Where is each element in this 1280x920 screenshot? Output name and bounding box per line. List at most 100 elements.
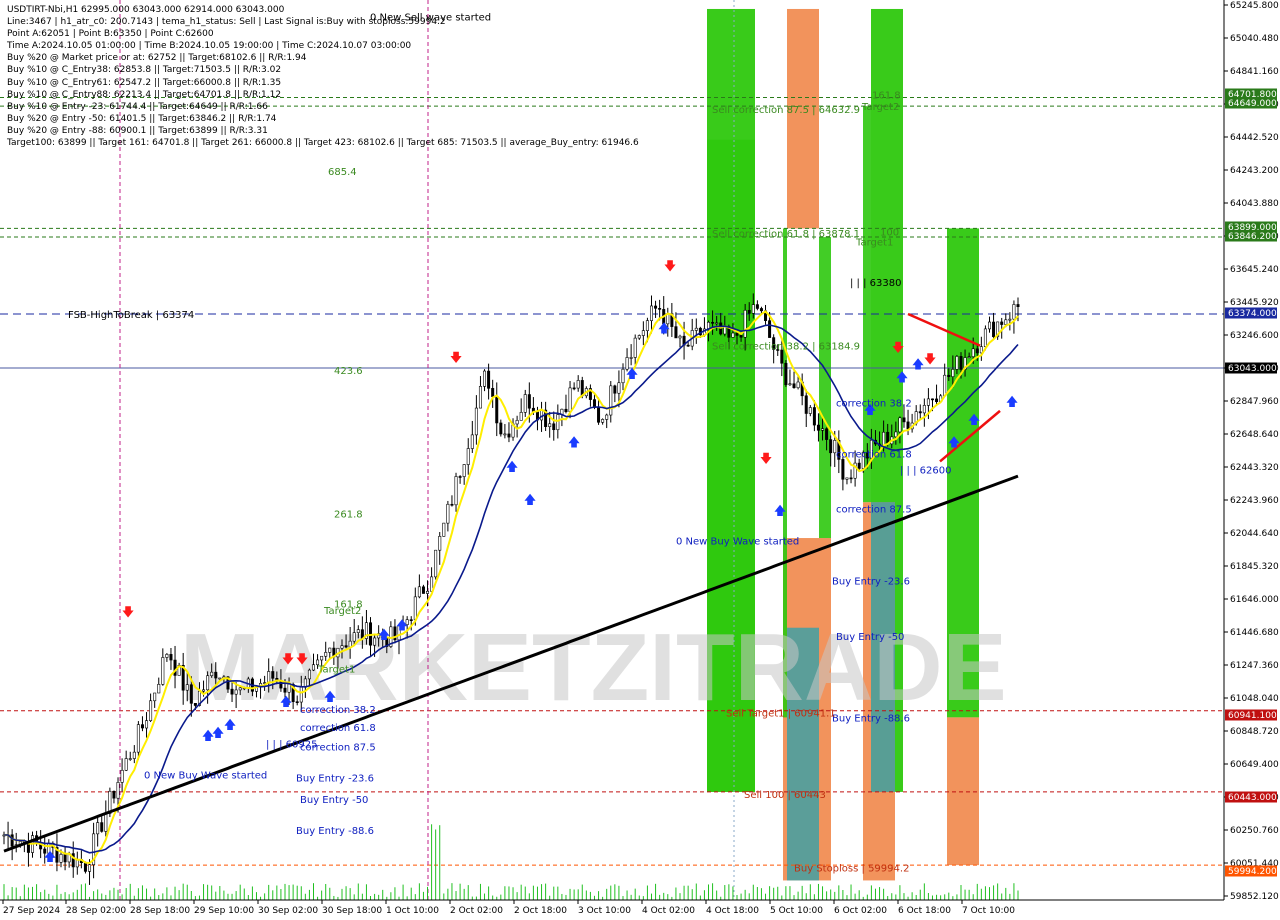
time-tick-label: 6 Oct 02:00 [834,906,887,916]
candle-body [930,398,934,401]
price-tick-label: 62443.320 [1230,463,1279,473]
chart-label: Target1 [317,664,355,675]
candle-body [340,645,344,649]
candle-body [645,320,649,331]
candle-body [1016,304,1020,308]
price-badge-label: 63846.200 [1228,232,1277,242]
candle-body [564,408,568,413]
candle-body [572,387,576,390]
time-tick-label: 6 Oct 18:00 [898,906,951,916]
candle-body [743,309,747,338]
sell-arrow-icon: 🡇 [664,259,676,273]
chart-label: 685.4 [328,167,357,178]
candle-body [621,368,625,384]
candle-body [173,659,177,676]
chart-label: correction 61.8 [300,723,376,734]
candle-body [128,758,132,760]
candle-body [796,381,800,389]
candle-body [478,386,482,409]
candle-body [641,330,645,336]
candle-body [202,689,206,692]
candle-body [295,701,299,703]
price-tick-label: 62648.640 [1230,430,1279,440]
chart-label: correction 87.5 [836,505,912,516]
candle-body [735,332,739,336]
candle-body [527,394,531,409]
candle-body [487,370,491,389]
time-tick-label: 4 Oct 02:00 [642,906,695,916]
candle-body [434,549,438,578]
candle-body [902,417,906,423]
sell-arrow-icon: 🡇 [122,605,134,619]
chart-label: Sell Target1 | 60941.1 [726,709,836,720]
candle-body [446,503,450,524]
candle-body [935,398,939,402]
candle-body [792,383,796,389]
candle-body [352,632,356,642]
sell-arrow-icon: 🡇 [282,652,294,666]
buy-arrow-icon: 🡅 [912,357,924,371]
candle-body [88,864,92,872]
candle-body [808,407,812,414]
buy-arrow-icon: 🡅 [774,504,786,518]
candle-body [825,428,829,440]
candle-body [458,476,462,478]
chart-label: Buy Entry -88.6 [296,826,374,837]
candle-body [898,417,902,433]
time-tick-label: 4 Oct 18:00 [706,906,759,916]
candle-body [320,655,324,661]
candle-body [311,664,315,671]
candle-body [140,724,144,729]
sell-arrow-icon: 🡇 [892,341,904,355]
candle-body [943,374,947,397]
buy-arrow-icon: 🡅 [396,618,408,632]
buy-arrow-icon: 🡅 [626,367,638,381]
candle-body [1008,318,1012,321]
candle-body [751,304,755,314]
price-tick-label: 61048.040 [1230,694,1279,704]
chart-label: FSB-HighToBreak | 63374 [68,310,194,321]
candle-body [759,308,763,312]
price-badge-label: 59994.200 [1228,867,1277,877]
candle-body [120,769,124,783]
candle-body [438,536,442,551]
info-line: Buy %20 @ Market price or at: 62752 || T… [7,53,307,64]
candle-body [788,383,792,386]
price-tick-label: 65040.480 [1230,34,1279,44]
buy-arrow-icon: 🡅 [1006,394,1018,408]
time-tick-label: 30 Sep 02:00 [258,906,318,916]
candle-body [922,405,926,414]
candle-body [613,385,617,394]
candle-body [491,388,495,397]
candle-body [678,335,682,339]
candle-body [715,322,719,325]
candle-body [629,357,633,359]
candle-body [637,335,641,339]
chart-label: correction 61.8 [836,449,912,460]
info-line: Buy %10 @ C_Entry88: 62213.4 || Target:6… [7,89,282,100]
candle-body [519,412,523,421]
candle-body [597,407,601,423]
chart-window: MARKETZITRADE 🡅 🡅 🡅 🡅 🡅 🡅 🡅 🡅 🡅 🡅 🡅 🡅 🡅 🡅 🡅 🡅 🡅 🡅 🡅 🡅 🡇 🡇 🡇 🡇 🡇 🡇 🡇… [0,0,1280,920]
candle-body [96,822,100,835]
candle-body [10,834,14,847]
candle-body [918,411,922,414]
candle-body [739,335,743,338]
candle-body [344,645,348,648]
candle-body [609,385,613,416]
info-line: Target100: 63899 || Target 161: 64701.8 … [7,138,639,149]
candle-body [845,477,849,480]
price-tick-label: 60848.720 [1230,727,1279,737]
candle-body [413,596,417,621]
chart-label: Buy Entry -23.6 [832,576,910,587]
info-line: Buy %10 @ Entry -23: 61744.4 || Target:6… [7,101,268,112]
candle-body [145,720,149,729]
buy-arrow-icon: 🡅 [212,725,224,739]
candle-body [409,619,413,621]
signal-zone [863,106,871,503]
price-tick-label: 63246.600 [1230,331,1279,341]
candle-body [132,751,136,759]
chart-label: Buy Entry -23.6 [296,774,374,785]
candle-body [189,684,193,704]
buy-arrow-icon: 🡅 [524,492,536,506]
